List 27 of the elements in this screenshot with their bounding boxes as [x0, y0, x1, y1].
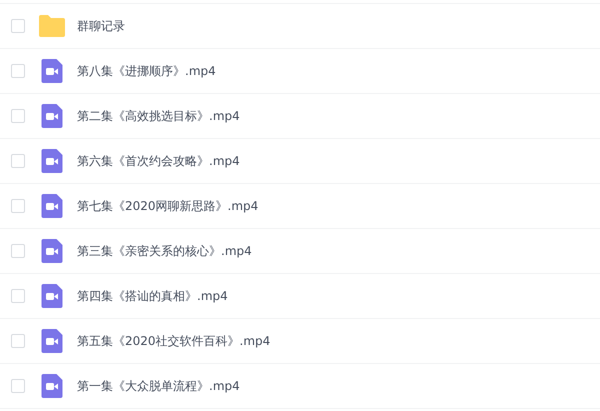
video-file-icon [39, 104, 65, 128]
checkbox[interactable] [11, 109, 25, 123]
checkbox[interactable] [11, 379, 25, 393]
checkbox[interactable] [11, 64, 25, 78]
checkbox[interactable] [11, 244, 25, 258]
video-file-icon [39, 374, 65, 398]
file-name[interactable]: 群聊记录 [77, 18, 125, 34]
file-name[interactable]: 第一集《大众脱单流程》.mp4 [77, 378, 240, 394]
checkbox[interactable] [11, 154, 25, 168]
file-name[interactable]: 第三集《亲密关系的核心》.mp4 [77, 242, 252, 260]
file-name[interactable]: 第二集《高效挑选目标》.mp4 [77, 108, 240, 124]
video-file-icon [39, 59, 65, 83]
file-name[interactable]: 第四集《搭讪的真相》.mp4 [77, 288, 228, 304]
checkbox[interactable] [11, 334, 25, 348]
checkbox[interactable] [11, 19, 25, 33]
video-file-icon [39, 239, 65, 263]
file-name[interactable]: 第六集《首次约会攻略》.mp4 [77, 152, 240, 170]
video-file-icon [39, 284, 65, 308]
file-name[interactable]: 第七集《2020网聊新思路》.mp4 [77, 198, 258, 214]
video-file-icon [39, 329, 65, 353]
file-name[interactable]: 第五集《2020社交软件百科》.mp4 [77, 332, 270, 350]
video-file-icon [39, 149, 65, 173]
video-file-icon [39, 194, 65, 218]
file-name[interactable]: 第八集《进挪顺序》.mp4 [77, 62, 216, 80]
folder-icon [39, 15, 65, 37]
checkbox[interactable] [11, 289, 25, 303]
checkbox[interactable] [11, 199, 25, 213]
